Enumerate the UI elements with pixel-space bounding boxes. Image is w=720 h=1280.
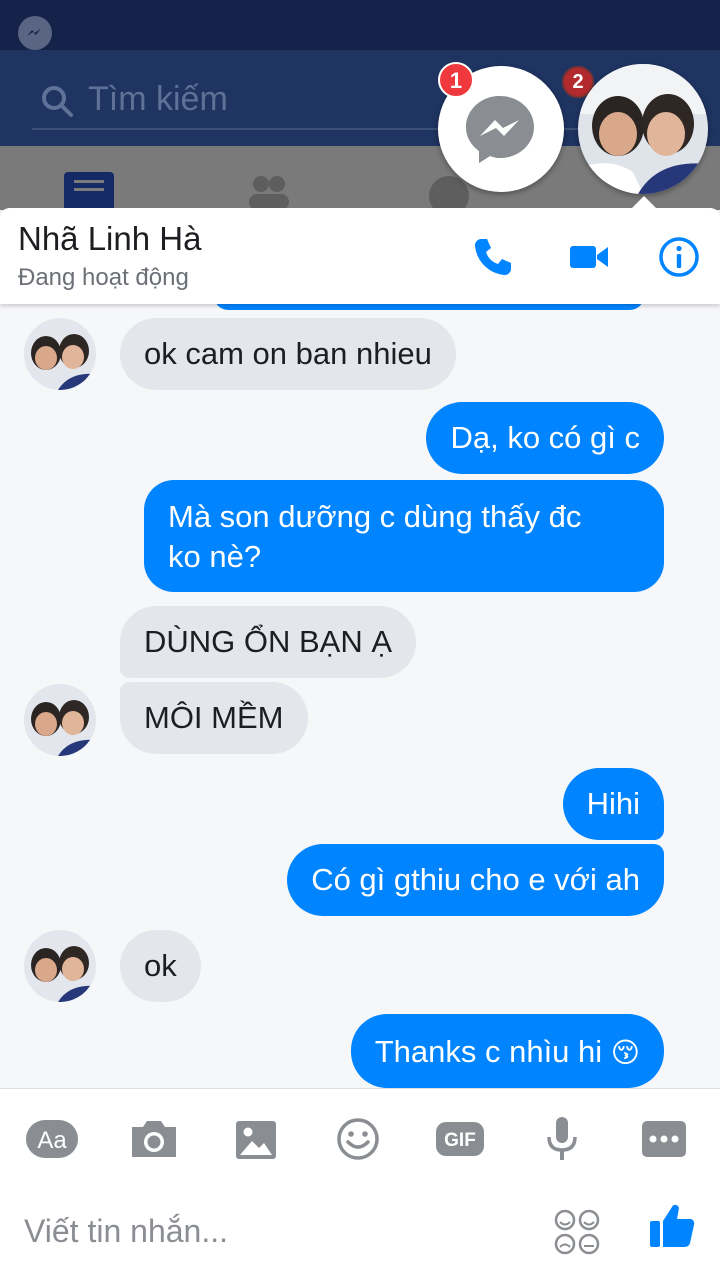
- news-feed-tab-icon[interactable]: [64, 172, 114, 210]
- message-composer: Aa GIF Viết tin nhắn...: [0, 1088, 720, 1280]
- message-line: Mà son dưỡng c dùng thấy đc: [168, 499, 582, 534]
- contact-avatar[interactable]: [24, 684, 96, 756]
- emoji-icon[interactable]: [330, 1113, 386, 1165]
- thumbs-up-icon[interactable]: [648, 1201, 696, 1249]
- message-incoming[interactable]: ok: [120, 930, 201, 1002]
- message-text: Thanks c nhìu hi: [374, 1034, 603, 1069]
- kissing-emoji: 😚: [610, 1037, 640, 1068]
- messenger-unread-badge: 1: [438, 62, 474, 98]
- contact-avatar[interactable]: [24, 318, 96, 390]
- message-incoming[interactable]: MÔI MỀM: [120, 682, 308, 754]
- search-placeholder: Tìm kiếm: [88, 80, 228, 118]
- message-outgoing[interactable]: Hihi: [562, 768, 664, 840]
- info-icon[interactable]: [658, 236, 700, 278]
- contact-name[interactable]: Nhã Linh Hà: [18, 220, 201, 258]
- video-call-icon[interactable]: [568, 236, 610, 278]
- message-incoming[interactable]: ok cam on ban nhieu: [120, 318, 456, 390]
- message-outgoing[interactable]: Dạ, ko có gì c: [426, 402, 664, 474]
- message-input[interactable]: Viết tin nhắn...: [24, 1213, 228, 1250]
- search-icon: [42, 86, 73, 117]
- status-bar: [0, 0, 720, 50]
- camera-icon[interactable]: [126, 1113, 182, 1165]
- gif-button[interactable]: GIF: [432, 1113, 488, 1165]
- message-outgoing[interactable]: Thanks c nhìu hi 😚: [350, 1014, 664, 1088]
- text-format-label: Aa: [37, 1127, 67, 1154]
- contact-avatar[interactable]: [24, 930, 96, 1002]
- message-outgoing[interactable]: Có gì gthiu cho e với ah: [287, 844, 664, 916]
- message-outgoing[interactable]: Mà son dưỡng c dùng thấy đc ko nè?: [144, 480, 664, 592]
- chat-header: Nhã Linh Hà Đang hoạt động: [0, 208, 720, 304]
- microphone-icon[interactable]: [534, 1113, 590, 1165]
- gallery-icon[interactable]: [228, 1113, 284, 1165]
- messenger-notification-icon: [18, 16, 52, 50]
- messenger-icon: [466, 96, 534, 163]
- friends-tab-icon[interactable]: [244, 172, 294, 210]
- contact-chat-head-avatar[interactable]: [578, 64, 708, 194]
- message-incoming[interactable]: DÙNG ỔN BẠN Ạ: [120, 606, 417, 678]
- contact-status: Đang hoạt động: [18, 264, 189, 291]
- chat-panel: Nhã Linh Hà Đang hoạt động ok cam on ban…: [0, 208, 720, 1280]
- more-options-icon[interactable]: [636, 1113, 692, 1165]
- phone-call-icon[interactable]: [472, 236, 514, 278]
- stickers-icon[interactable]: [554, 1209, 600, 1255]
- message-line: ko nè?: [168, 539, 262, 574]
- text-format-button[interactable]: Aa: [24, 1113, 80, 1165]
- gif-label: GIF: [444, 1130, 476, 1151]
